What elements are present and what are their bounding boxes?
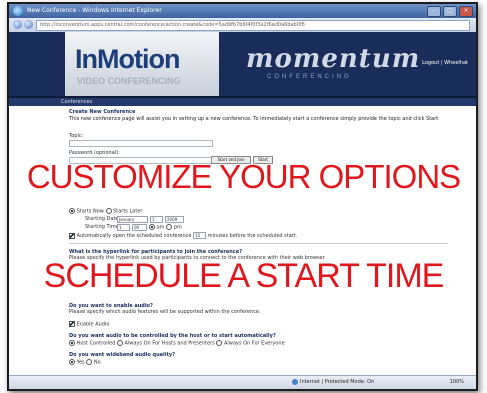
inmotion-logo: InMotion [75, 44, 180, 74]
back-icon[interactable] [13, 20, 22, 29]
day-select[interactable]: 1 [150, 216, 163, 223]
url-input[interactable]: http://inconventium.apps.central.com/con… [36, 20, 470, 31]
am-radio[interactable] [149, 224, 155, 230]
inmotion-logo-panel: InMotion VIDEO CONFERENCING [65, 32, 219, 96]
enable-audio-checkbox[interactable] [69, 321, 75, 327]
topic-input[interactable] [69, 140, 213, 147]
host-controlled-label: Host Controlled [76, 340, 116, 347]
starts-later-radio[interactable] [105, 208, 112, 214]
pm-radio[interactable] [166, 224, 173, 230]
header-links[interactable]: Logout | Wheelhat [422, 60, 468, 66]
password-label: Password (optional): [69, 150, 120, 156]
wideband-radio-group: Yes No [69, 359, 101, 366]
nav-conferences[interactable]: Conferences [9, 98, 476, 106]
always-on-everyone-radio[interactable] [216, 340, 223, 346]
maximize-button[interactable]: □ [443, 6, 457, 17]
inmotion-tagline: VIDEO CONFERENCING [77, 76, 181, 86]
starting-time-label: Starting Time: [85, 224, 121, 230]
minute-select[interactable]: 00 [132, 224, 147, 231]
page-content: InMotion VIDEO CONFERENCING momentum CON… [9, 32, 476, 376]
form-intro: This new conference page will assist you… [69, 115, 439, 122]
momentum-tagline: CONFERENCING [267, 74, 352, 80]
topic-label: Topic: [69, 133, 84, 139]
address-bar: http://inconventium.apps.central.com/con… [9, 18, 476, 32]
zoom-level[interactable]: 100% [450, 376, 464, 389]
always-on-hosts-radio[interactable] [116, 340, 123, 346]
globe-icon [292, 378, 298, 385]
always-on-hosts-label: Always On For Hosts and Presenters [124, 340, 215, 347]
create-conference-form: Create New Conference This new conferenc… [9, 106, 476, 122]
month-select[interactable]: January [117, 216, 148, 223]
window-title: New Conference - Windows Internet Explor… [27, 7, 162, 14]
hour-select[interactable]: 1 [117, 224, 130, 231]
always-on-everyone-label: Always On For Everyone [223, 340, 285, 347]
audio-control-radio-group: Host Controlled Always On For Hosts and … [69, 340, 285, 347]
browser-window: New Conference - Windows Internet Explor… [7, 2, 478, 391]
title-bar: New Conference - Windows Internet Explor… [9, 4, 476, 18]
host-controlled-radio[interactable] [69, 340, 75, 346]
section-divider [69, 243, 448, 244]
momentum-logo: momentum [246, 44, 421, 74]
auto-open-checkbox[interactable] [69, 232, 75, 239]
security-zone: Internet | Protected Mode: On [292, 376, 374, 389]
auto-open-suffix: minutes before the scheduled start. [207, 233, 298, 239]
site-header: InMotion VIDEO CONFERENCING momentum CON… [9, 32, 476, 98]
wideband-no-radio[interactable] [86, 359, 93, 365]
overlay-caption-schedule: SCHEDULE A START TIME [43, 257, 445, 295]
audio-control-question: Do you want audio to be controlled by th… [69, 333, 276, 339]
audio-help: Please specify which audio features will… [69, 309, 261, 315]
auto-open-row: Automatically open the scheduled confere… [69, 232, 297, 239]
auto-open-label: Automatically open the scheduled confere… [76, 233, 192, 239]
internet-explorer-icon [13, 6, 23, 16]
year-select[interactable]: 2009 [165, 216, 184, 223]
wideband-question: Do you want wideband audio quality? [69, 352, 176, 358]
wideband-no-label: No [93, 359, 101, 366]
pm-label: pm [173, 224, 182, 231]
minimize-button[interactable]: – [427, 6, 441, 17]
forward-icon[interactable] [24, 20, 33, 29]
ampm-radio-group: am pm [149, 224, 182, 231]
starts-radio-group: Starts Now Starts Later [69, 208, 142, 215]
starting-date-label: Starting Date: [85, 216, 121, 222]
close-button[interactable]: × [459, 6, 473, 17]
zone-label: Internet | Protected Mode: On [300, 379, 375, 385]
enable-audio-label: Enable Audio [76, 321, 110, 328]
wideband-yes-label: Yes [76, 359, 85, 366]
status-bar: Internet | Protected Mode: On 100% [9, 375, 476, 389]
wideband-yes-radio[interactable] [69, 359, 75, 365]
starts-later-label: Starts Later [113, 208, 143, 215]
starts-now-label: Starts Now [76, 208, 104, 215]
enable-audio-row: Enable Audio [69, 321, 109, 328]
overlay-caption-customize: CUSTOMIZE YOUR OPTIONS [26, 158, 461, 195]
am-label: am [156, 224, 165, 231]
starts-now-radio[interactable] [69, 208, 75, 214]
auto-open-minutes-input[interactable]: 15 [193, 232, 207, 239]
